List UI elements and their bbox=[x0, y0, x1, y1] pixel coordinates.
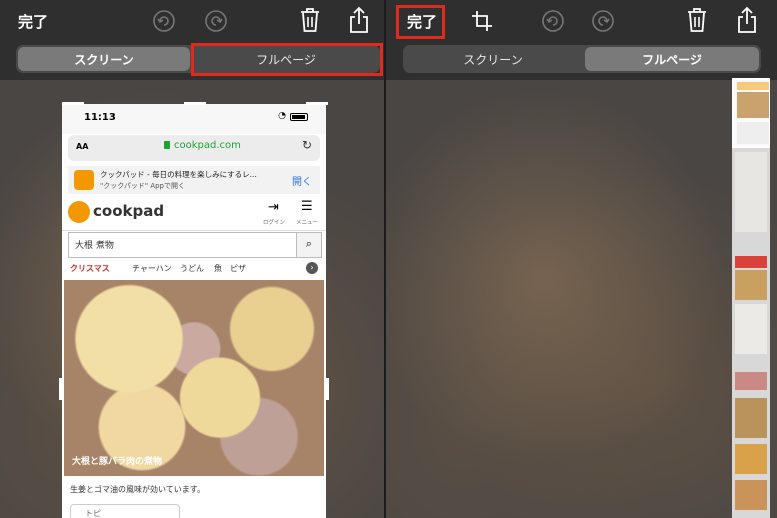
crop-icon[interactable] bbox=[470, 8, 494, 34]
crop-handle-top-left[interactable] bbox=[62, 102, 84, 105]
wifi-icon: ◔ bbox=[278, 111, 286, 121]
left-panel: 完了 スクリーン フルページ 11:13 ◔ AA cookpad.com ↻ … bbox=[0, 0, 384, 518]
redo-icon[interactable] bbox=[591, 9, 615, 33]
banner-subtitle: "クックパッド" Appで開く bbox=[100, 182, 185, 190]
share-icon[interactable] bbox=[735, 5, 759, 35]
reload-icon[interactable]: ↻ bbox=[302, 138, 312, 152]
tag-christmas[interactable]: クリスマス bbox=[70, 263, 110, 274]
url-bar[interactable]: AA cookpad.com ↻ bbox=[68, 135, 320, 161]
redo-icon[interactable] bbox=[204, 9, 228, 33]
banner-title: クックパッド - 毎日の料理を楽しみにするレ... bbox=[100, 170, 257, 179]
segment-full-page[interactable]: フルページ bbox=[585, 47, 759, 71]
trash-icon[interactable] bbox=[298, 6, 322, 34]
crop-handle-top-right[interactable] bbox=[306, 102, 328, 105]
visible-region-indicator[interactable] bbox=[732, 78, 770, 148]
login-icon[interactable]: ⇥ bbox=[268, 200, 279, 215]
tag-fish[interactable]: 魚 bbox=[214, 263, 222, 274]
full-page-thumbnail-strip[interactable] bbox=[732, 78, 770, 518]
left-toolbar: 完了 スクリーン フルページ bbox=[0, 0, 384, 80]
topic-button[interactable]: トピ bbox=[70, 504, 180, 518]
share-icon[interactable] bbox=[347, 5, 371, 35]
crop-handle-top[interactable] bbox=[184, 102, 206, 105]
search-icon[interactable]: ⌕ bbox=[296, 233, 321, 257]
segment-screen[interactable]: スクリーン bbox=[18, 47, 190, 71]
capture-mode-segmented-control: スクリーン フルページ bbox=[403, 45, 761, 73]
app-banner: クックパッド - 毎日の料理を楽しみにするレ... "クックパッド" Appで開… bbox=[68, 166, 320, 194]
undo-icon[interactable] bbox=[152, 9, 176, 33]
site-header: cookpad ⇥ ログイン ☰ メニュー bbox=[62, 196, 326, 231]
url-text: cookpad.com bbox=[174, 140, 241, 151]
right-toolbar: 完了 スクリーン フルページ bbox=[386, 0, 777, 80]
chevron-right-icon[interactable]: › bbox=[306, 262, 318, 274]
segment-screen[interactable]: スクリーン bbox=[405, 47, 581, 71]
recipe-photo[interactable]: 大根と豚バラ肉の煮物 bbox=[64, 280, 324, 476]
logo-text[interactable]: cookpad bbox=[93, 202, 164, 220]
recipe-search-input[interactable]: 大根 煮物 ⌕ bbox=[68, 232, 322, 258]
keyword-tags: クリスマス チャーハン うどん 魚 ピザ › bbox=[68, 260, 320, 280]
right-panel: 完了 スクリーン フルページ bbox=[386, 0, 777, 518]
search-value: 大根 煮物 bbox=[75, 241, 114, 251]
recipe-description: 生姜とゴマ油の風味が効いています。 bbox=[70, 485, 205, 494]
photo-caption: 大根と豚バラ肉の煮物 bbox=[72, 457, 163, 467]
done-button[interactable]: 完了 bbox=[18, 11, 48, 32]
phone-time: 11:13 bbox=[84, 112, 116, 123]
banner-open-button[interactable]: 開く bbox=[292, 173, 312, 188]
blurred-background bbox=[386, 80, 777, 518]
app-icon bbox=[74, 170, 94, 190]
menu-icon[interactable]: ☰ bbox=[301, 199, 313, 214]
lock-icon bbox=[164, 141, 170, 149]
tag-udon[interactable]: うどん bbox=[180, 263, 204, 274]
phone-status-bar: 11:13 ◔ bbox=[62, 104, 326, 134]
battery-icon bbox=[290, 113, 308, 121]
crop-handle-right[interactable] bbox=[326, 378, 329, 400]
login-label[interactable]: ログイン bbox=[263, 218, 285, 226]
tag-pizza[interactable]: ピザ bbox=[230, 263, 246, 274]
menu-label[interactable]: メニュー bbox=[296, 218, 318, 226]
highlight-box-full-page bbox=[191, 43, 383, 76]
tag-fried-rice[interactable]: チャーハン bbox=[132, 263, 172, 274]
screenshot-preview: 11:13 ◔ AA cookpad.com ↻ クックパッド - 毎日の料理を… bbox=[62, 104, 326, 518]
cookpad-logo-icon bbox=[68, 201, 90, 223]
crop-handle-left[interactable] bbox=[59, 378, 62, 400]
trash-icon[interactable] bbox=[685, 6, 709, 34]
highlight-box-done bbox=[396, 5, 445, 39]
text-size-button[interactable]: AA bbox=[76, 142, 88, 151]
undo-icon[interactable] bbox=[541, 9, 565, 33]
